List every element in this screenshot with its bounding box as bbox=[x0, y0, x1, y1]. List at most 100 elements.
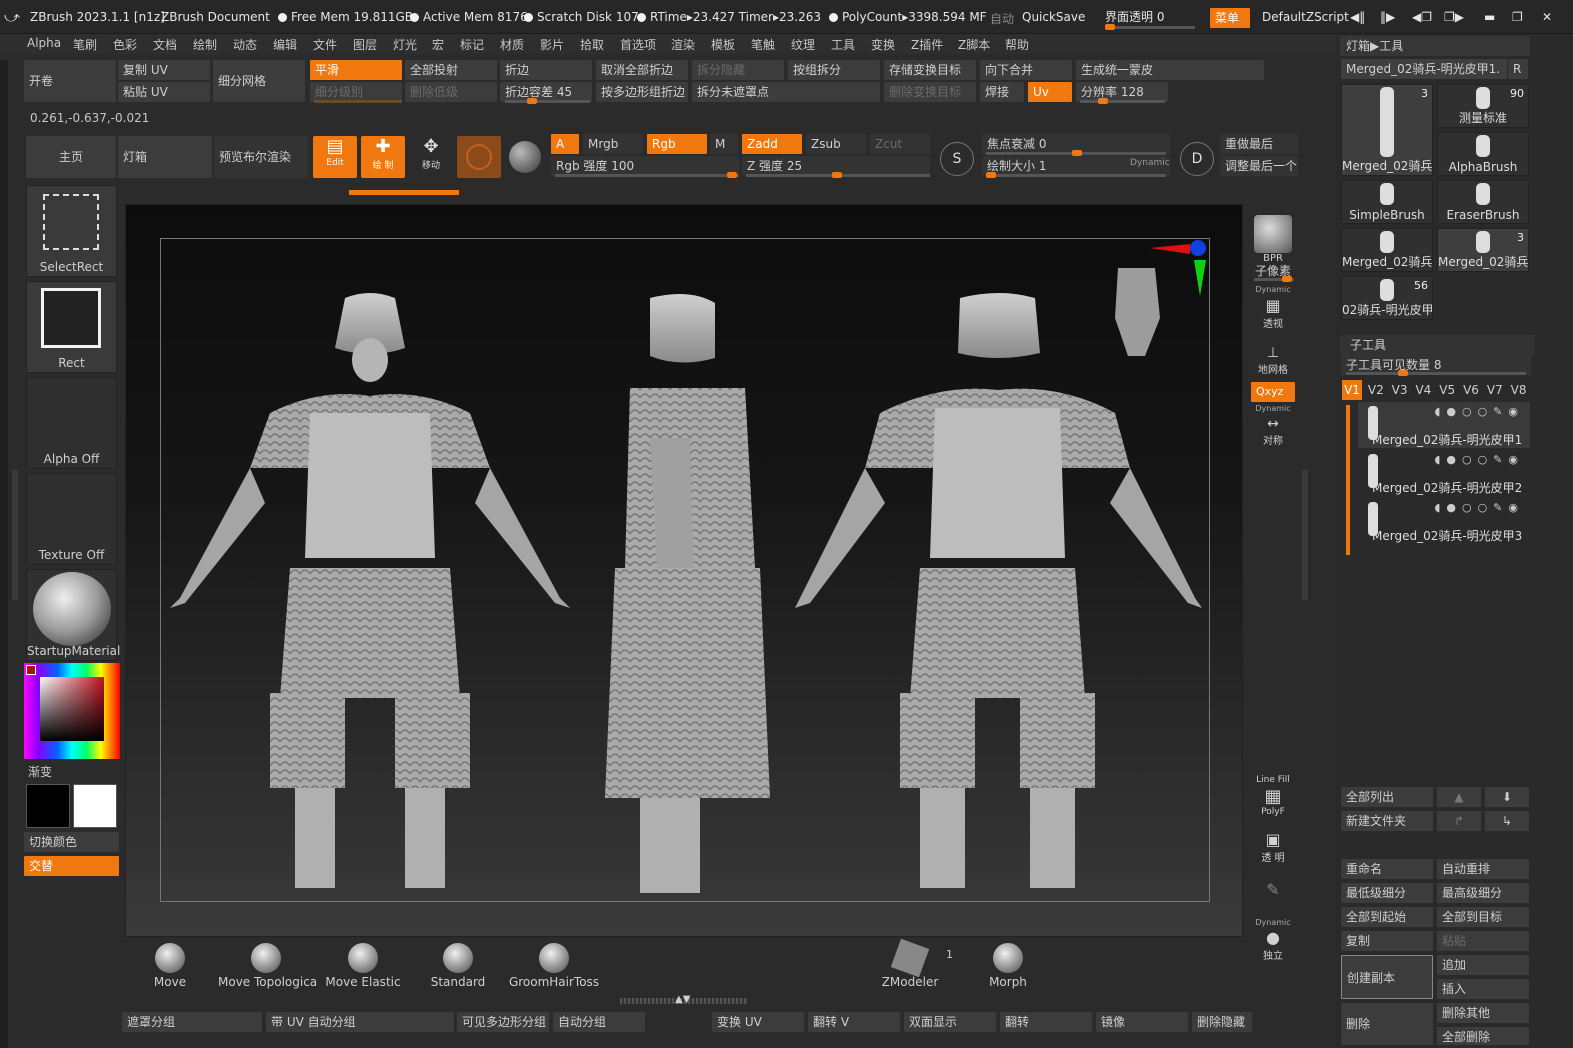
kaijuan-button[interactable]: 开卷 bbox=[24, 60, 116, 102]
uncrease-all-button[interactable]: 取消全部折边 bbox=[596, 60, 688, 80]
menu-item-19[interactable]: 纹理 bbox=[791, 36, 815, 53]
move-mode-button[interactable]: ✥ 移动 bbox=[409, 136, 453, 178]
all-to-start-button[interactable]: 全部到起始 bbox=[1341, 907, 1433, 927]
layout-right-icon[interactable]: ‖▶ bbox=[1380, 10, 1395, 24]
version-tab-v4[interactable]: V4 bbox=[1413, 380, 1433, 400]
subtool-row[interactable]: ◖●○○✎◉ Merged_02骑兵-明光皮甲1 bbox=[1358, 402, 1530, 448]
crease-button[interactable]: 折边 bbox=[500, 60, 592, 80]
menu-item-11[interactable]: 标记 bbox=[460, 36, 484, 53]
subtool-row[interactable]: ◖●○○✎◉ Merged_02骑兵-明光皮甲3 bbox=[1358, 498, 1530, 544]
color-square[interactable] bbox=[40, 677, 104, 741]
menu-item-20[interactable]: 工具 bbox=[831, 36, 855, 53]
unify-skin-button[interactable]: 生成统一蒙皮 bbox=[1076, 60, 1264, 80]
secondary-color-swatch[interactable] bbox=[73, 784, 117, 828]
subdiv-level-slider[interactable]: 细分级别 bbox=[310, 82, 402, 102]
new-folder-button[interactable]: 新建文件夹 bbox=[1341, 811, 1433, 831]
polyframe-button[interactable]: ▦ PolyF bbox=[1250, 786, 1296, 817]
list-all-button[interactable]: 全部列出 bbox=[1341, 787, 1433, 807]
menu-item-24[interactable]: 帮助 bbox=[1005, 36, 1029, 53]
texture-selector[interactable]: Texture Off bbox=[26, 473, 117, 565]
minimize-icon[interactable]: ▬ bbox=[1484, 10, 1495, 24]
lightbox-tool-header[interactable]: 灯箱▶工具 bbox=[1340, 36, 1530, 56]
brush-groomhairtoss[interactable]: GroomHairToss bbox=[508, 943, 600, 989]
folder-up-icon[interactable]: ↱ bbox=[1437, 811, 1481, 831]
copy-uv-button[interactable]: 复制 UV bbox=[118, 60, 210, 80]
adjust-last-button[interactable]: 调整最后一个 bbox=[1220, 156, 1298, 176]
delete-button[interactable]: 删除 bbox=[1341, 1003, 1433, 1045]
menu-item-21[interactable]: 变换 bbox=[871, 36, 895, 53]
folder-down-icon[interactable]: ↳ bbox=[1485, 811, 1529, 831]
menu-item-23[interactable]: Z脚本 bbox=[958, 36, 990, 53]
paste-subtool-button[interactable]: 粘贴 bbox=[1437, 931, 1529, 951]
bottom-button-4[interactable]: 变换 UV bbox=[712, 1012, 804, 1032]
quicksave-button[interactable]: QuickSave bbox=[1022, 10, 1085, 24]
lazy-mouse-s-icon[interactable]: S bbox=[940, 142, 974, 176]
subdiv-grid-button[interactable]: 细分网格 bbox=[213, 60, 305, 102]
delete-other-button[interactable]: 删除其他 bbox=[1437, 1003, 1529, 1023]
ghost-button[interactable]: ✎ bbox=[1250, 880, 1296, 899]
shelf-toggle-icon[interactable]: ▲▼ bbox=[675, 994, 690, 1005]
a-toggle[interactable]: A bbox=[551, 134, 579, 154]
restore-icon[interactable]: ❐ bbox=[1512, 10, 1523, 24]
menu-item-1[interactable]: 笔刷 bbox=[73, 36, 97, 53]
menu-item-6[interactable]: 编辑 bbox=[273, 36, 297, 53]
zsub-toggle[interactable]: Zsub bbox=[806, 134, 866, 154]
menu-item-4[interactable]: 绘制 bbox=[193, 36, 217, 53]
tool-thumb-0[interactable]: Merged_02骑兵- 3 bbox=[1341, 84, 1433, 176]
move-down-icon[interactable]: ⬇ bbox=[1485, 787, 1529, 807]
menu-item-2[interactable]: 色彩 bbox=[113, 36, 137, 53]
subtool-visibility-icon[interactable]: ◖●○○✎◉ bbox=[1435, 453, 1524, 466]
bottom-button-2[interactable]: 可见多边形分组 bbox=[457, 1012, 549, 1032]
brush-move-topologica[interactable]: Move Topologica bbox=[218, 943, 317, 989]
copy-subtool-button[interactable]: 复制 bbox=[1341, 931, 1433, 951]
rect-stroke[interactable]: Rect bbox=[26, 281, 117, 373]
material-selector[interactable]: StartupMaterial bbox=[26, 569, 120, 661]
bottom-button-5[interactable]: 翻转 V bbox=[808, 1012, 900, 1032]
left-scroll-handle[interactable] bbox=[12, 470, 18, 600]
highest-subdiv-button[interactable]: 最高级细分 bbox=[1437, 883, 1529, 903]
tool-thumb-4[interactable]: EraserBrush bbox=[1437, 180, 1529, 224]
tool-thumb-6[interactable]: Merged_02骑兵- 3 bbox=[1437, 228, 1529, 272]
alternate-toggle[interactable]: 交替 bbox=[24, 856, 119, 876]
xyz-symmetry-toggle[interactable]: Qxyz bbox=[1251, 382, 1295, 402]
ui-transparency-slider[interactable]: 界面透明 0 bbox=[1105, 8, 1164, 25]
duplicate-button[interactable]: 创建副本 bbox=[1341, 955, 1433, 999]
ui-transparency-track[interactable] bbox=[1105, 24, 1195, 30]
material-sphere-button[interactable] bbox=[457, 136, 501, 178]
version-tab-v8[interactable]: V8 bbox=[1509, 380, 1529, 400]
menu-item-22[interactable]: Z插件 bbox=[911, 36, 943, 53]
tool-thumb-1[interactable]: 测量标准 90 bbox=[1437, 84, 1529, 128]
window-mode-2-icon[interactable]: ❐▶ bbox=[1444, 10, 1464, 24]
tool-thumb-5[interactable]: Merged_02骑兵- bbox=[1341, 228, 1433, 272]
morph-brush[interactable]: Morph bbox=[978, 943, 1038, 989]
m-toggle[interactable]: M bbox=[710, 134, 738, 154]
menu-item-0[interactable]: Alpha bbox=[27, 36, 61, 50]
menu-item-8[interactable]: 图层 bbox=[353, 36, 377, 53]
uv-toggle[interactable]: Uv bbox=[1028, 82, 1072, 102]
tool-thumb-3[interactable]: SimpleBrush bbox=[1341, 180, 1433, 224]
r-button[interactable]: R bbox=[1508, 59, 1528, 79]
bottom-button-3[interactable]: 自动分组 bbox=[553, 1012, 645, 1032]
model-render[interactable] bbox=[160, 238, 1210, 902]
version-tab-v3[interactable]: V3 bbox=[1390, 380, 1410, 400]
current-tool-name[interactable]: Merged_02骑兵-明光皮甲1. bbox=[1341, 59, 1507, 79]
menu-item-5[interactable]: 动态 bbox=[233, 36, 257, 53]
project-all-button[interactable]: 全部投射 bbox=[405, 60, 497, 80]
version-tab-v5[interactable]: V5 bbox=[1437, 380, 1457, 400]
delete-lower-button[interactable]: 删除低级 bbox=[405, 82, 497, 102]
axis-gizmo-icon[interactable] bbox=[1150, 240, 1206, 296]
redo-last-button[interactable]: 重做最后 bbox=[1220, 134, 1298, 154]
lightbox-button[interactable]: 灯箱 bbox=[118, 136, 212, 178]
brush-move[interactable]: Move bbox=[140, 943, 200, 989]
selectrect-brush[interactable]: SelectRect bbox=[26, 185, 117, 277]
version-tab-v1[interactable]: V1 bbox=[1342, 380, 1362, 400]
color-picker[interactable] bbox=[24, 663, 120, 759]
brush-move-elastic[interactable]: Move Elastic bbox=[320, 943, 406, 989]
mrgb-toggle[interactable]: Mrgb bbox=[583, 134, 643, 154]
menu-item-18[interactable]: 笔触 bbox=[751, 36, 775, 53]
subtool-header[interactable]: 子工具 bbox=[1340, 335, 1535, 355]
symmetry-button[interactable]: ↔ 对称 bbox=[1250, 416, 1296, 447]
paste-uv-button[interactable]: 粘贴 UV bbox=[118, 82, 210, 102]
subtool-scroll[interactable] bbox=[1346, 405, 1350, 555]
insert-button[interactable]: 插入 bbox=[1437, 979, 1529, 999]
